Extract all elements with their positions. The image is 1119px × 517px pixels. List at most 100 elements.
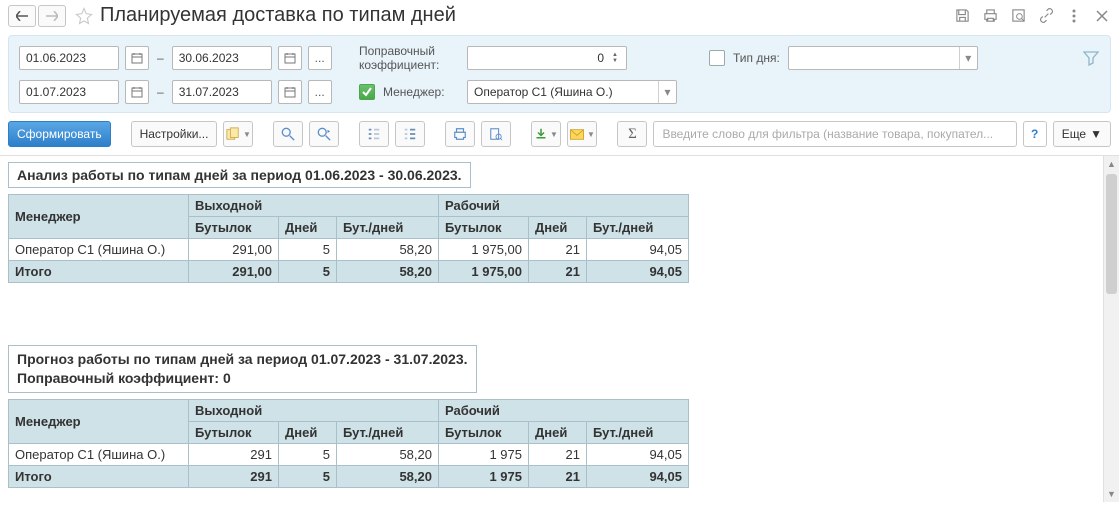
coeff-label: Поправочный коэффициент: [359, 44, 459, 72]
send-email-button[interactable]: ▼ [567, 121, 597, 147]
save-as-button[interactable]: ▼ [531, 121, 561, 147]
period2-choose-button[interactable]: ... [308, 80, 332, 104]
cell: 1 975,00 [439, 261, 529, 283]
cell: 94,05 [587, 239, 689, 261]
link-icon[interactable] [1037, 7, 1055, 25]
print-button[interactable] [445, 121, 475, 147]
nav-forward-button[interactable] [38, 5, 66, 27]
daytype-checkbox[interactable] [709, 50, 725, 66]
manager-row: Менеджер: Оператор С1 (Яшина О.) ▾ [359, 80, 709, 104]
help-label: ? [1031, 127, 1038, 141]
filter-panel: 01.06.2023 – 30.06.2023 ... Поправочный … [8, 35, 1111, 113]
col-bottles: Бутылок [439, 217, 529, 239]
cell: 21 [529, 443, 587, 465]
variants-icon [226, 127, 240, 141]
coeff-input[interactable]: 0 ▲▼ [467, 46, 627, 70]
scroll-up-icon[interactable]: ▲ [1104, 156, 1119, 172]
search-next-icon [317, 127, 331, 141]
filter-funnel-icon[interactable] [1083, 50, 1099, 66]
variants-button[interactable]: ▼ [223, 121, 253, 147]
page-title: Планируемая доставка по типам дней [100, 4, 456, 27]
calendar-icon[interactable] [278, 80, 302, 104]
cell: 291,00 [189, 239, 279, 261]
cell-manager: Оператор С1 (Яшина О.) [9, 443, 189, 465]
scroll-down-icon[interactable]: ▼ [1104, 486, 1119, 502]
cell-manager: Оператор С1 (Яшина О.) [9, 239, 189, 261]
col-manager: Менеджер [9, 399, 189, 443]
vertical-scrollbar[interactable]: ▲ ▼ [1103, 156, 1119, 502]
period1-to-input[interactable]: 30.06.2023 [172, 46, 272, 70]
manager-checkbox[interactable] [359, 84, 375, 100]
dots-label: ... [315, 51, 325, 65]
find-next-button[interactable] [309, 121, 339, 147]
cell: 1 975 [439, 443, 529, 465]
chevron-down-icon[interactable]: ▾ [959, 47, 977, 69]
manager-select[interactable]: Оператор С1 (Яшина О.) ▾ [467, 80, 677, 104]
cell: 291 [189, 465, 279, 487]
calendar-icon[interactable] [125, 80, 149, 104]
scroll-thumb[interactable] [1106, 174, 1117, 294]
coeff-row: Поправочный коэффициент: 0 ▲▼ [359, 44, 709, 72]
sum-button[interactable]: Σ [617, 121, 647, 147]
col-bpd: Бут./дней [587, 421, 689, 443]
period1-from-input[interactable]: 01.06.2023 [19, 46, 119, 70]
chevron-down-icon: ▼ [587, 130, 595, 139]
print-icon[interactable] [981, 7, 999, 25]
cell: 58,20 [337, 443, 439, 465]
cell: 94,05 [587, 465, 689, 487]
col-days: Дней [529, 421, 587, 443]
period2-to-input[interactable]: 31.07.2023 [172, 80, 272, 104]
report1-title: Анализ работы по типам дней за период 01… [8, 162, 471, 188]
cell: 94,05 [587, 261, 689, 283]
period1-to-value: 30.06.2023 [179, 51, 239, 65]
cell: 291 [189, 443, 279, 465]
more-button[interactable]: Еще ▼ [1053, 121, 1111, 147]
collapse-all-button[interactable] [395, 121, 425, 147]
titlebar: Планируемая доставка по типам дней [0, 0, 1119, 31]
settings-button[interactable]: Настройки... [131, 121, 218, 147]
chevron-down-icon: ▼ [550, 130, 558, 139]
settings-label: Настройки... [140, 127, 209, 141]
run-label: Сформировать [17, 127, 102, 141]
nav-back-button[interactable] [8, 5, 36, 27]
cell: 5 [279, 465, 337, 487]
preview-icon[interactable] [1009, 7, 1027, 25]
chevron-down-icon: ▼ [1090, 127, 1102, 141]
period1-row: 01.06.2023 – 30.06.2023 ... [19, 46, 359, 70]
print-icon [453, 127, 467, 141]
calendar-icon[interactable] [125, 46, 149, 70]
save-icon[interactable] [953, 7, 971, 25]
col-group-work: Рабочий [439, 195, 689, 217]
table-row[interactable]: Оператор С1 (Яшина О.) 291,00 5 58,20 1 … [9, 239, 689, 261]
period2-row: 01.07.2023 – 31.07.2023 ... [19, 80, 359, 104]
expand-all-button[interactable] [359, 121, 389, 147]
cell-total-label: Итого [9, 465, 189, 487]
cell: 5 [279, 261, 337, 283]
chevron-down-icon[interactable]: ▾ [658, 81, 676, 103]
period1-choose-button[interactable]: ... [308, 46, 332, 70]
period2-from-input[interactable]: 01.07.2023 [19, 80, 119, 104]
collapse-icon [403, 127, 417, 141]
filter-search-input[interactable]: Введите слово для фильтра (название това… [653, 121, 1016, 147]
run-button[interactable]: Сформировать [8, 121, 111, 147]
chevron-down-icon: ▼ [243, 130, 251, 139]
col-days: Дней [529, 217, 587, 239]
print-preview-button[interactable] [481, 121, 511, 147]
close-icon[interactable] [1093, 7, 1111, 25]
daytype-select[interactable]: ▾ [788, 46, 978, 70]
cell: 1 975 [439, 465, 529, 487]
col-bottles: Бутылок [189, 217, 279, 239]
find-button[interactable] [273, 121, 303, 147]
period2-to-value: 31.07.2023 [179, 85, 239, 99]
help-button[interactable]: ? [1023, 121, 1047, 147]
coeff-spinner[interactable]: ▲▼ [608, 52, 622, 64]
calendar-icon[interactable] [278, 46, 302, 70]
cell: 291,00 [189, 261, 279, 283]
favorite-star-icon[interactable] [74, 6, 94, 26]
spin-down-icon[interactable]: ▼ [608, 58, 622, 64]
sigma-icon: Σ [628, 126, 637, 143]
table-total-row: Итого 291,00 5 58,20 1 975,00 21 94,05 [9, 261, 689, 283]
period2-dash: – [155, 85, 166, 99]
table-row[interactable]: Оператор С1 (Яшина О.) 291 5 58,20 1 975… [9, 443, 689, 465]
kebab-menu-icon[interactable] [1065, 7, 1083, 25]
